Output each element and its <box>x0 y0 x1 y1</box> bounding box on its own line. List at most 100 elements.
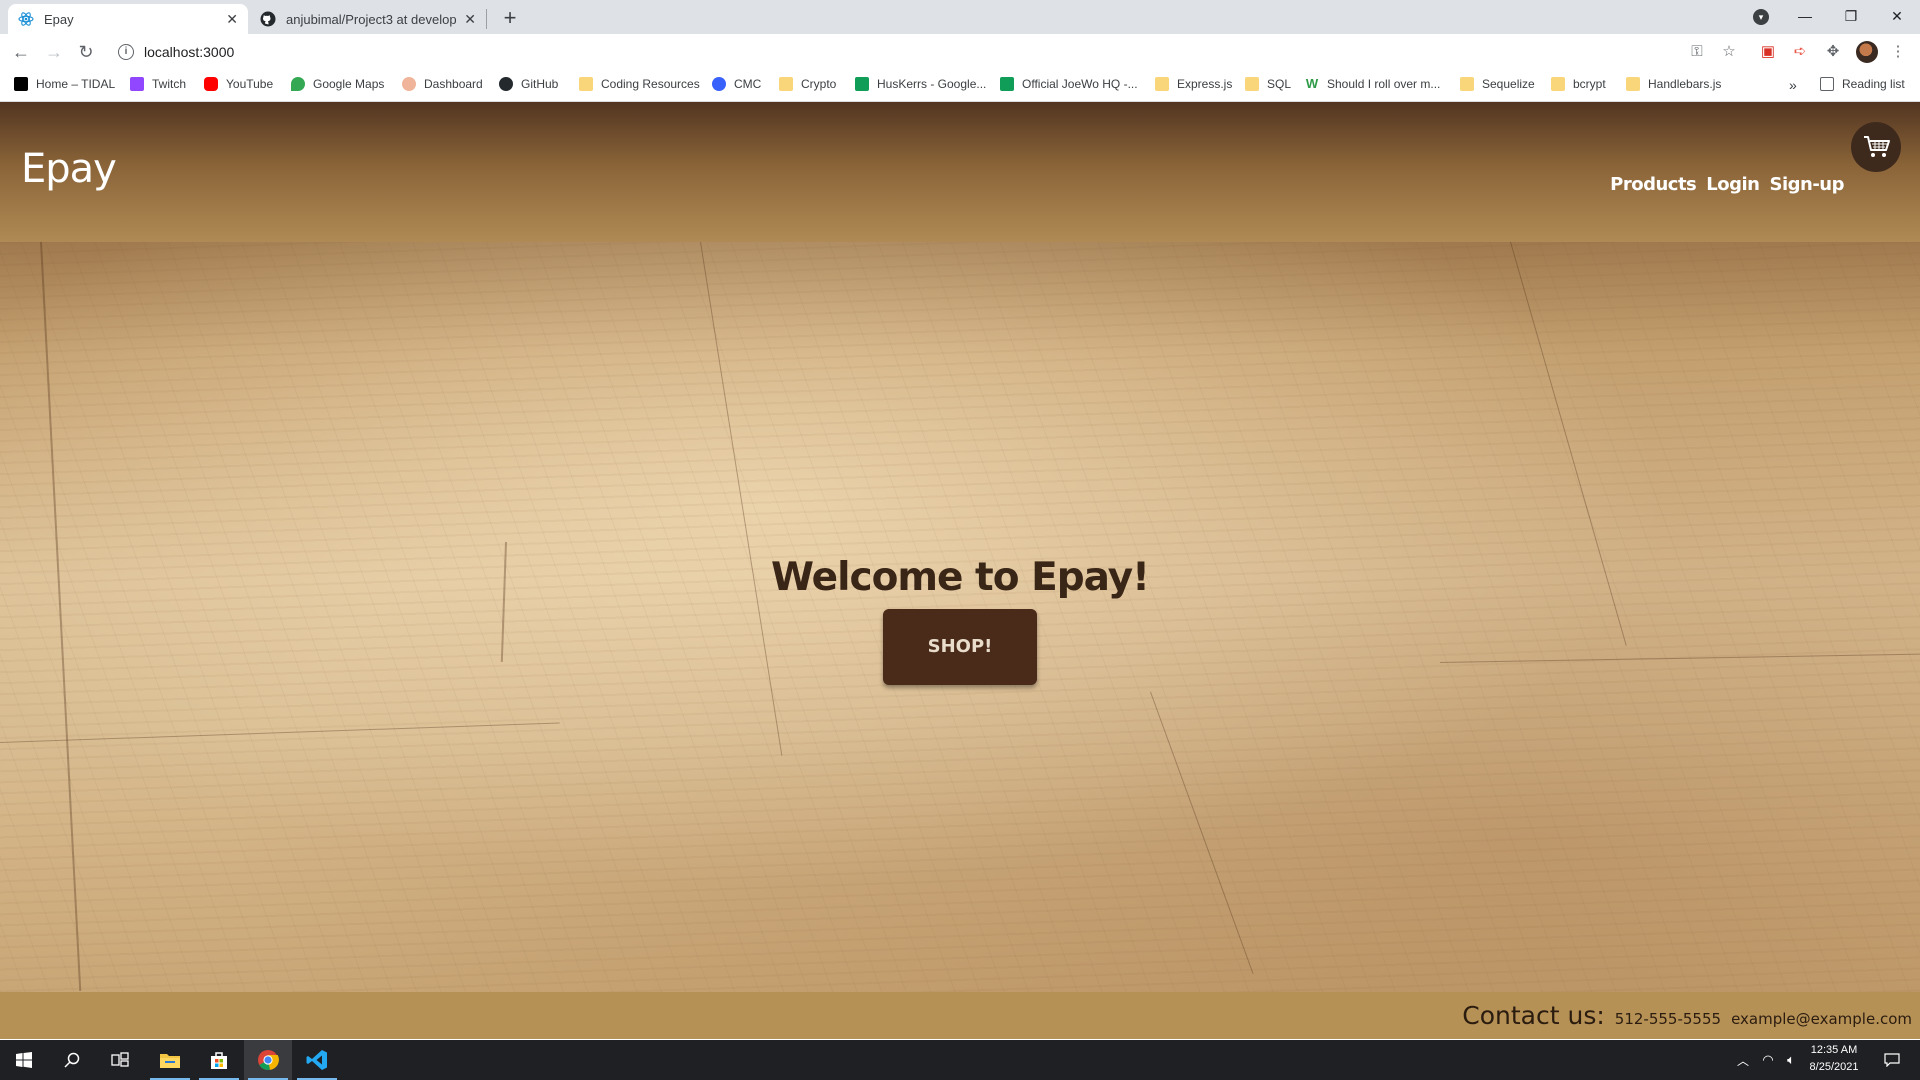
wood-scratch <box>0 722 560 743</box>
bookmark-label: Official JoeWo HQ -... <box>1022 77 1138 91</box>
extensions-puzzle-icon[interactable]: ✥ <box>1823 42 1843 62</box>
key-icon[interactable]: ⚿ <box>1687 42 1707 62</box>
bookmark-should-i-roll-over[interactable]: W Should I roll over m... <box>1305 77 1440 91</box>
clock-date[interactable]: 8/25/2021 <box>1800 1061 1868 1073</box>
network-button[interactable]: ◠ <box>1756 1040 1780 1080</box>
nav-signup-link[interactable]: Sign-up <box>1769 174 1844 195</box>
windows-logo-icon <box>16 1052 32 1068</box>
action-center-button[interactable] <box>1872 1040 1912 1080</box>
folder-icon <box>1155 77 1169 91</box>
bookmark-huskerrs-sheet[interactable]: HusKerrs - Google... <box>855 77 986 91</box>
close-window-icon[interactable]: ✕ <box>1874 0 1920 34</box>
bookmark-star-icon[interactable]: ☆ <box>1719 42 1739 62</box>
brand-logo[interactable]: Epay <box>21 146 117 192</box>
profile-avatar[interactable] <box>1856 41 1878 63</box>
show-hidden-icons-button[interactable]: ︿ <box>1728 1040 1758 1080</box>
wood-scratch <box>40 241 82 991</box>
volume-icon: 🔈︎ <box>1787 1052 1795 1067</box>
bookmark-folder-bcrypt[interactable]: bcrypt <box>1551 77 1606 91</box>
youtube-icon <box>204 77 218 91</box>
search-button[interactable] <box>48 1040 96 1080</box>
bookmarks-overflow-button[interactable]: » <box>1789 77 1797 93</box>
notification-icon <box>1884 1053 1900 1067</box>
search-icon <box>64 1052 80 1068</box>
bookmark-label: Should I roll over m... <box>1327 77 1441 91</box>
bookmark-joewo-sheet[interactable]: Official JoeWo HQ -... <box>1000 77 1138 91</box>
nav-login-link[interactable]: Login <box>1706 174 1760 195</box>
forward-icon[interactable]: → <box>42 40 66 64</box>
site-footer: Contact us: 512-555-5555 example@example… <box>0 992 1920 1039</box>
pocket-extension-icon[interactable]: ▣ <box>1758 42 1778 62</box>
vscode-button[interactable] <box>293 1040 341 1080</box>
tab-github[interactable]: anjubimal/Project3 at develop ✕ <box>250 4 486 34</box>
bookmark-folder-sequelize[interactable]: Sequelize <box>1460 77 1535 91</box>
bookmark-label: YouTube <box>226 77 274 91</box>
browser-tabstrip: Epay ✕ anjubimal/Project3 at develop ✕ +… <box>0 0 1920 34</box>
bookmark-google-maps[interactable]: Google Maps <box>291 77 384 91</box>
bookmark-label: Home – TIDAL <box>36 77 116 91</box>
task-view-icon <box>111 1052 129 1067</box>
start-button[interactable] <box>0 1040 48 1080</box>
address-bar[interactable]: i localhost:3000 <box>110 38 1760 66</box>
new-tab-button[interactable]: + <box>497 6 523 32</box>
tab-title: anjubimal/Project3 at develop <box>286 11 457 27</box>
github-icon <box>499 77 513 91</box>
bookmark-folder-expressjs[interactable]: Express.js <box>1155 77 1232 91</box>
bookmark-dashboard[interactable]: Dashboard <box>402 77 483 91</box>
menu-kebab-icon[interactable]: ⋮ <box>1888 42 1908 62</box>
nav-products-link[interactable]: Products <box>1610 174 1697 195</box>
bookmark-twitch[interactable]: Twitch <box>130 77 186 91</box>
bookmark-youtube[interactable]: YouTube <box>204 77 273 91</box>
bookmark-tidal[interactable]: Home – TIDAL <box>14 77 115 91</box>
folder-icon <box>1245 77 1259 91</box>
bookmark-label: Sequelize <box>1482 77 1535 91</box>
bookmark-folder-handlebars[interactable]: Handlebars.js <box>1626 77 1721 91</box>
bookmark-label: SQL <box>1267 77 1292 91</box>
vscode-icon <box>306 1050 327 1070</box>
back-icon[interactable]: ← <box>9 40 33 64</box>
microsoft-store-button[interactable] <box>195 1040 243 1080</box>
welcome-heading: Welcome to Epay! <box>771 555 1150 600</box>
shop-button[interactable]: SHOP! <box>883 609 1037 685</box>
bookmark-label: Dashboard <box>424 77 483 91</box>
github-icon <box>260 11 276 27</box>
close-tab-icon[interactable]: ✕ <box>226 11 238 28</box>
contact-label: Contact us: <box>1462 1001 1605 1030</box>
bookmark-folder-crypto[interactable]: Crypto <box>779 77 836 91</box>
reload-icon[interactable]: ↻ <box>74 40 98 64</box>
reading-list-button[interactable]: Reading list <box>1820 77 1905 91</box>
url-text: localhost:3000 <box>144 44 235 60</box>
bookmark-folder-sql[interactable]: SQL <box>1245 77 1291 91</box>
browser-toolbar: ← → ↻ i localhost:3000 ⚿ ☆ ▣ ➪ ✥ ⋮ <box>0 34 1920 70</box>
close-tab-icon[interactable]: ✕ <box>464 11 476 28</box>
extension-red-icon[interactable]: ➪ <box>1790 42 1810 62</box>
file-explorer-button[interactable] <box>146 1040 194 1080</box>
cmc-icon <box>712 77 726 91</box>
bookmark-label: HusKerrs - Google... <box>877 77 987 91</box>
task-view-button[interactable] <box>96 1040 144 1080</box>
tab-epay[interactable]: Epay ✕ <box>8 4 248 34</box>
contact-info: Contact us: 512-555-5555 example@example… <box>1462 1001 1912 1030</box>
reading-list-label: Reading list <box>1842 77 1905 91</box>
folder-icon <box>579 77 593 91</box>
hero-section: Welcome to Epay! SHOP! <box>0 241 1920 992</box>
clock-time[interactable]: 12:35 AM <box>1800 1044 1868 1056</box>
minimize-icon[interactable]: — <box>1782 0 1828 34</box>
chrome-icon <box>258 1050 279 1071</box>
bookmark-label: Coding Resources <box>601 77 700 91</box>
file-explorer-icon <box>160 1054 180 1068</box>
tab-search-icon[interactable]: ▾ <box>1753 9 1769 25</box>
bookmark-label: bcrypt <box>1573 77 1606 91</box>
cart-button[interactable] <box>1851 122 1901 172</box>
bookmark-label: Crypto <box>801 77 837 91</box>
bookmark-cmc[interactable]: CMC <box>712 77 761 91</box>
wood-scratch <box>700 241 783 756</box>
chrome-button[interactable] <box>244 1040 292 1080</box>
shopping-cart-icon <box>1864 136 1890 157</box>
bookmark-folder-coding-resources[interactable]: Coding Resources <box>579 77 700 91</box>
bookmark-github[interactable]: GitHub <box>499 77 558 91</box>
windows-taskbar: ︿ ◠ 🔈︎ 12:35 AM 8/25/2021 <box>0 1040 1920 1080</box>
restore-icon[interactable]: ❐ <box>1828 0 1874 34</box>
site-info-icon[interactable]: i <box>118 44 134 60</box>
sheets-icon <box>1000 77 1014 91</box>
